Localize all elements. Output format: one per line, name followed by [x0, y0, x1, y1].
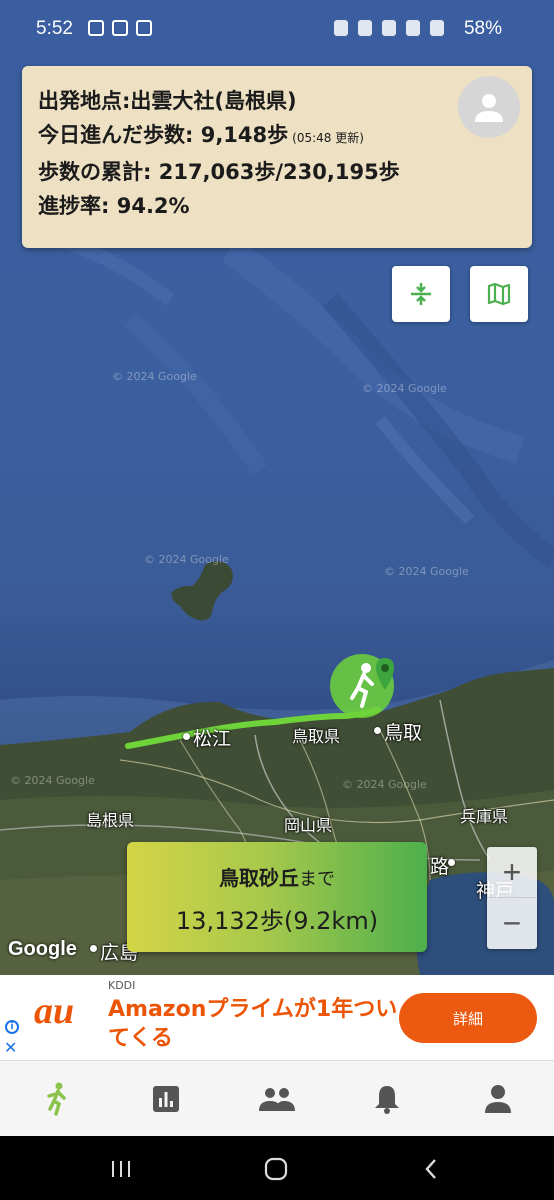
today-steps-line: 今日進んだ歩数: 9,148歩 (05:48 更新): [38, 118, 516, 155]
notification-icons: [88, 20, 152, 36]
hotspot-icon: [382, 20, 396, 36]
updated-time: (05:48 更新): [292, 131, 364, 145]
next-destination-card[interactable]: 鳥取砂丘まで 13,132歩(9.2km): [127, 842, 427, 952]
back-button[interactable]: [416, 1154, 446, 1184]
battery-level: 58%: [463, 18, 502, 39]
map-watermark: © 2024 Google: [144, 553, 229, 566]
destination-name-line: 鳥取砂丘まで: [127, 862, 427, 891]
matsue-dot: [183, 733, 190, 740]
bell-icon: [375, 1086, 399, 1114]
ad-details-button[interactable]: 詳細: [399, 993, 537, 1043]
map-watermark: © 2024 Google: [112, 370, 197, 383]
wifi-icon: [406, 20, 420, 36]
back-icon: [425, 1159, 436, 1179]
progress-value: 94.2%: [116, 194, 190, 218]
walker-marker[interactable]: [330, 654, 400, 718]
home-button[interactable]: [261, 1154, 291, 1184]
nav-notifications[interactable]: [367, 1079, 407, 1119]
map-label-tottori: 鳥取: [384, 722, 423, 744]
nav-walk[interactable]: [37, 1079, 77, 1119]
zoom-controls: + −: [487, 847, 537, 949]
nav-profile[interactable]: [478, 1079, 518, 1119]
origin-value: 出雲大社(島根県): [130, 89, 297, 113]
hiroshima-dot: [90, 945, 97, 952]
progress-info-card: 出発地点:出雲大社(島根県) 今日進んだ歩数: 9,148歩 (05:48 更新)…: [22, 66, 532, 248]
ad-headline: Amazonプライムが1年ついてくる: [108, 997, 398, 1051]
gallery-icon: [112, 20, 128, 36]
profile-avatar-button[interactable]: [458, 76, 520, 138]
system-navigation-bar: [0, 1136, 554, 1200]
ad-close-icon[interactable]: ✕: [4, 1038, 17, 1057]
bottom-navigation: [0, 1060, 554, 1136]
total-label: 歩数の累計:: [38, 160, 159, 184]
zoom-out-button[interactable]: −: [487, 898, 537, 949]
destination-distance: 13,132歩(9.2km): [175, 907, 379, 935]
progress-label: 進捗率:: [38, 194, 117, 218]
zoom-in-button[interactable]: +: [487, 847, 537, 898]
recent-apps-button[interactable]: [106, 1154, 136, 1184]
compress-view-button[interactable]: [392, 266, 450, 322]
nav-friends[interactable]: [257, 1079, 297, 1119]
status-bar: 5:52 58%: [0, 0, 554, 60]
map-label-hyogo-pref: 兵庫県: [460, 807, 509, 826]
today-label: 今日進んだ歩数:: [38, 123, 201, 147]
bluetooth-icon: [358, 20, 372, 36]
nav-stats[interactable]: [146, 1079, 186, 1119]
map-type-button[interactable]: [470, 266, 528, 322]
system-icons: [334, 20, 444, 36]
origin-label: 出発地点:: [38, 89, 131, 113]
today-steps-value: 9,148歩: [200, 123, 289, 147]
total-steps-line: 歩数の累計: 217,063歩/230,195歩: [38, 155, 516, 189]
signal-icon: [430, 20, 444, 36]
origin-line: 出発地点:出雲大社(島根県): [38, 84, 516, 118]
road-dot: [448, 859, 455, 866]
vibrate-icon: [334, 20, 348, 36]
ad-sponsor: KDDI: [108, 979, 136, 992]
instagram-icon: [136, 20, 152, 36]
walk-icon: [47, 1082, 66, 1116]
person-icon: [475, 94, 503, 122]
recents-icon: [112, 1161, 130, 1177]
status-time: 5:52: [36, 18, 73, 39]
map-watermark: © 2024 Google: [342, 778, 427, 791]
destination-name: 鳥取砂丘: [219, 866, 299, 890]
chart-icon: [153, 1086, 179, 1112]
ad-info-icon[interactable]: i: [5, 1020, 19, 1034]
person-icon: [485, 1085, 511, 1113]
map-label-shimane-pref: 島根県: [86, 811, 135, 830]
people-icon: [259, 1088, 295, 1111]
map-label-okayama-pref: 岡山県: [284, 816, 333, 835]
map-watermark: © 2024 Google: [10, 774, 95, 787]
map-label-road: 路: [430, 856, 450, 878]
map-watermark: © 2024 Google: [362, 382, 447, 395]
map-label-tottori-pref: 鳥取県: [292, 727, 341, 746]
tottori-dot: [374, 727, 381, 734]
map-icon: [487, 282, 511, 306]
destination-suffix: まで: [299, 869, 335, 890]
home-icon: [264, 1157, 288, 1181]
alarm-icon: [88, 20, 104, 36]
google-logo: Google: [8, 938, 77, 960]
map-label-matsue: 松江: [193, 728, 232, 750]
au-logo: au: [34, 990, 75, 1032]
total-steps-value: 217,063歩/230,195歩: [158, 160, 400, 184]
progress-line: 進捗率: 94.2%: [38, 189, 516, 223]
compress-icon: [411, 283, 431, 305]
map-watermark: © 2024 Google: [384, 565, 469, 578]
